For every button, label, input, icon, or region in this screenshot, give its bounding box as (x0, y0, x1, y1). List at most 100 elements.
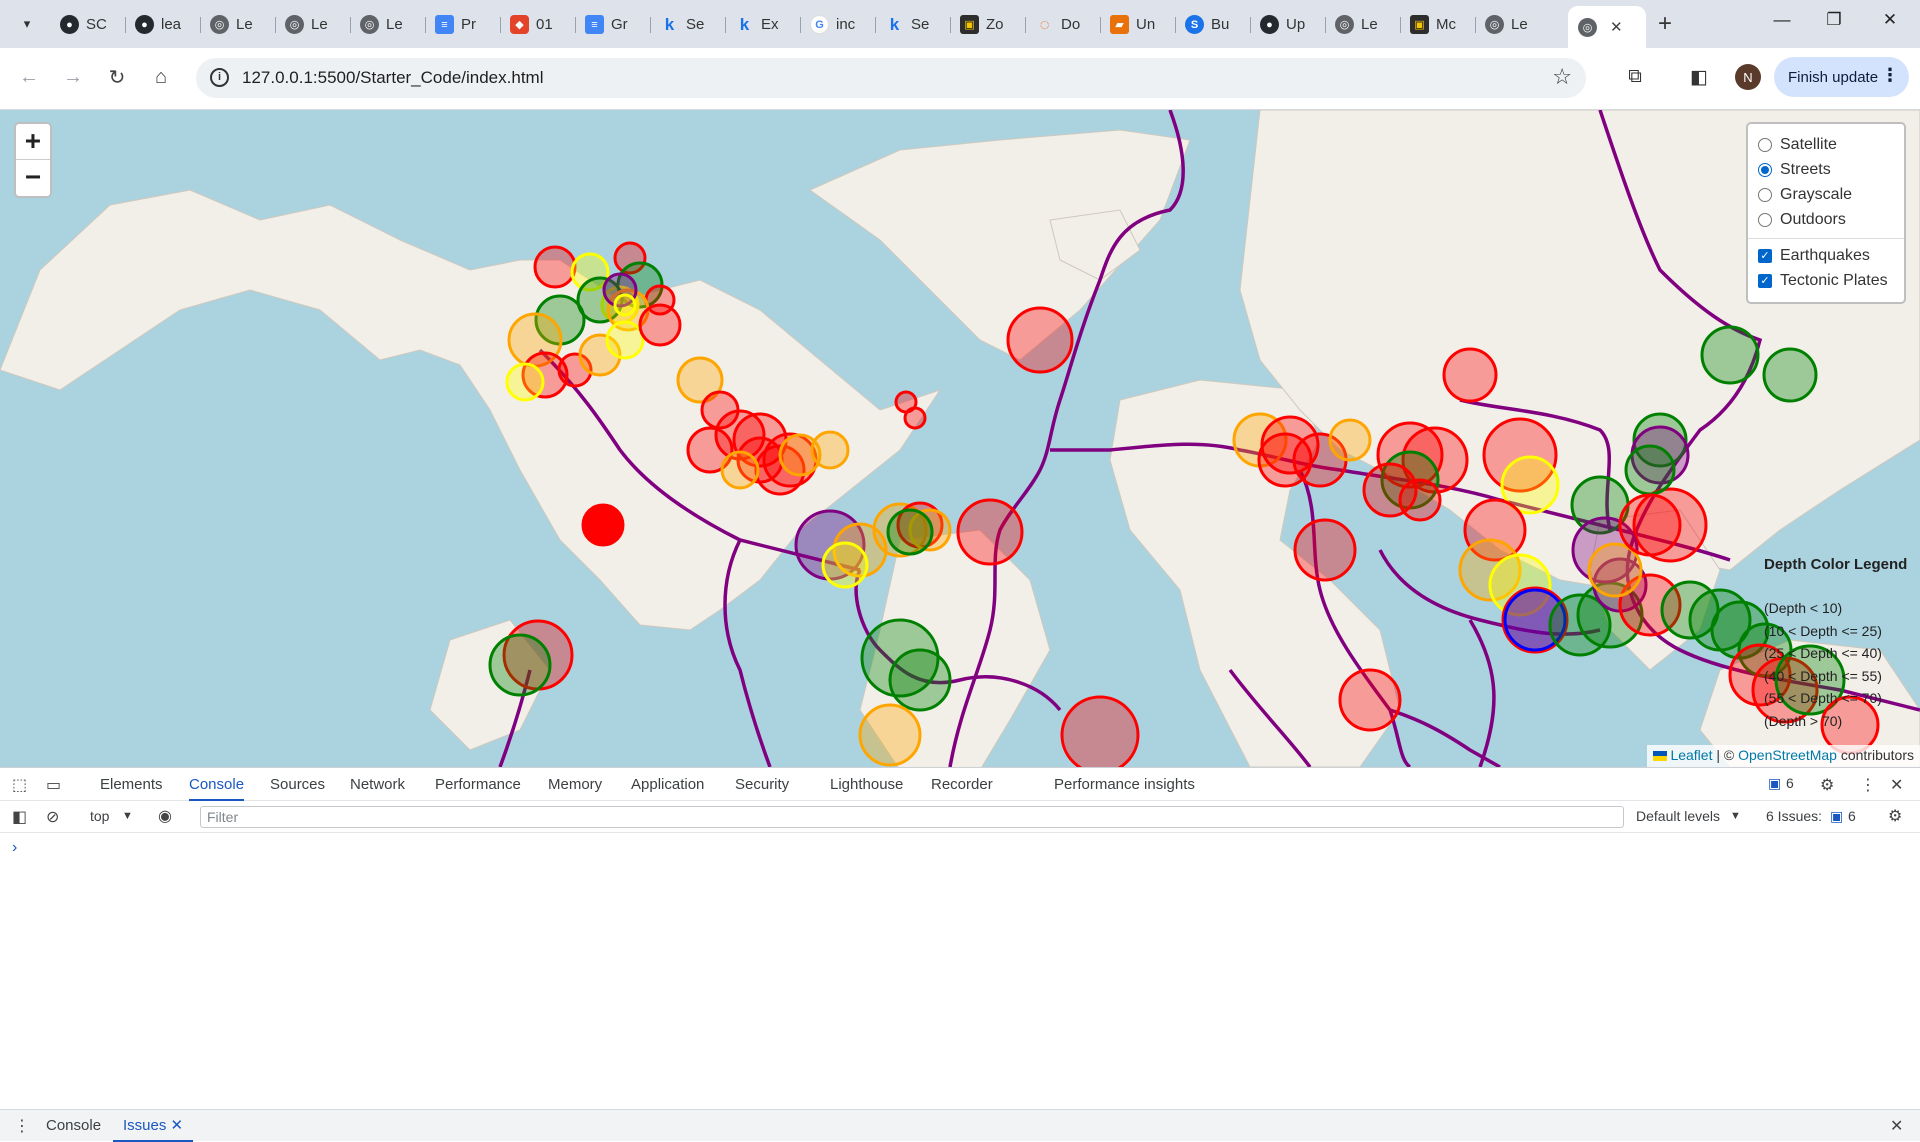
browser-tab[interactable]: ≡ Gr (575, 8, 636, 41)
browser-tab[interactable]: ◌ Do (1025, 8, 1086, 41)
eye-icon[interactable]: ◉ (158, 806, 172, 826)
browser-tab[interactable]: ▣ Zo (950, 8, 1011, 41)
browser-tab[interactable]: ◎ Le (1325, 8, 1386, 41)
inspect-element-icon[interactable]: ⬚ (12, 775, 27, 795)
earthquake-marker[interactable] (886, 508, 934, 556)
browser-tab[interactable]: ◆ 01 (500, 8, 561, 41)
browser-tab[interactable]: ≡ Pr (425, 8, 486, 41)
devtools-tab[interactable]: Application (631, 768, 704, 801)
browser-tab[interactable]: Ginc (800, 8, 861, 41)
browser-tab[interactable]: ▣ Mc (1400, 8, 1461, 41)
earthquake-marker[interactable] (1618, 493, 1682, 557)
earthquake-marker[interactable] (505, 362, 545, 402)
leaflet-map[interactable]: + − Satellite Streets Grayscale Outdoors… (0, 110, 1920, 767)
overlay-option-tectonic-plates[interactable]: ✓ Tectonic Plates (1758, 268, 1894, 293)
browser-tab[interactable]: k Se (875, 8, 936, 41)
earthquake-marker[interactable] (638, 303, 682, 347)
layer-option-grayscale[interactable]: Grayscale (1758, 182, 1894, 207)
context-selector[interactable]: top (90, 808, 109, 824)
device-toolbar-icon[interactable]: ▭ (46, 775, 61, 795)
more-options-icon[interactable]: ⋮ (1860, 775, 1876, 795)
browser-tab[interactable]: ◎ Le (1475, 8, 1536, 41)
reload-icon[interactable]: ↻ (102, 62, 132, 92)
new-tab-button[interactable]: + (1650, 9, 1680, 39)
close-tab-icon[interactable]: ✕ (1610, 18, 1623, 36)
drawer-tab-issues[interactable]: Issues ✕ (113, 1110, 194, 1142)
issues-count[interactable]: 6 (1848, 808, 1856, 824)
close-window-icon[interactable]: ✕ (1870, 10, 1910, 30)
browser-tab[interactable]: ● SC (50, 8, 111, 41)
devtools-tab[interactable]: Performance insights (1054, 768, 1195, 801)
close-drawer-icon[interactable]: ✕ (1890, 1116, 1903, 1136)
earthquake-marker[interactable] (613, 293, 637, 317)
drawer-tab-console[interactable]: Console (46, 1110, 101, 1142)
radio-button[interactable] (1758, 212, 1772, 227)
layer-option-outdoors[interactable]: Outdoors (1758, 207, 1894, 232)
earthquake-marker[interactable] (956, 498, 1024, 566)
browser-tab-active[interactable]: ◎ ✕ (1568, 6, 1646, 48)
earthquake-marker[interactable] (1587, 542, 1643, 598)
earthquake-marker[interactable] (583, 505, 623, 545)
earthquake-marker[interactable] (1398, 478, 1442, 522)
close-drawer-tab-icon[interactable]: ✕ (171, 1117, 184, 1134)
close-devtools-icon[interactable]: ✕ (1890, 775, 1903, 795)
sidebar-toggle-icon[interactable]: ◧ (12, 807, 27, 827)
finish-update-button[interactable]: Finish update ⋮ (1774, 57, 1909, 97)
home-icon[interactable]: ⌂ (146, 62, 176, 92)
browser-tab[interactable]: ◎ Le (200, 8, 261, 41)
bookmark-star-icon[interactable]: ☆ (1552, 64, 1572, 90)
tab-search-button[interactable]: ▾ (12, 9, 42, 39)
drawer-menu-icon[interactable]: ⋮ (14, 1116, 30, 1136)
clear-console-icon[interactable]: ⊘ (46, 807, 59, 827)
settings-gear-icon[interactable]: ⚙ (1820, 775, 1834, 795)
openstreetmap-link[interactable]: OpenStreetMap (1738, 747, 1837, 763)
console-filter-input[interactable]: Filter (200, 806, 1624, 828)
browser-tab[interactable]: ▰ Un (1100, 8, 1161, 41)
devtools-tab[interactable]: Sources (270, 768, 325, 801)
radio-button[interactable] (1758, 187, 1772, 202)
url-text[interactable]: 127.0.0.1:5500/Starter_Code/index.html (242, 68, 543, 88)
earthquake-marker[interactable] (1293, 518, 1357, 582)
issues-label[interactable]: 6 Issues: (1766, 808, 1822, 824)
checkbox-checked[interactable]: ✓ (1758, 248, 1772, 263)
earthquake-marker[interactable] (1700, 325, 1760, 385)
browser-tab[interactable]: ● Up (1250, 8, 1311, 41)
devtools-tab[interactable]: Elements (100, 768, 163, 801)
leaflet-link[interactable]: Leaflet (1670, 747, 1712, 763)
browser-tab[interactable]: ◎ Le (350, 8, 411, 41)
zoom-out-button[interactable]: − (16, 160, 50, 196)
radio-button-selected[interactable] (1758, 162, 1772, 177)
devtools-tab[interactable]: Memory (548, 768, 602, 801)
profile-avatar[interactable]: N (1735, 64, 1761, 90)
earthquake-marker[interactable] (1338, 668, 1402, 732)
back-icon[interactable]: ← (14, 62, 44, 92)
earthquake-marker[interactable] (858, 703, 922, 767)
devtools-tab[interactable]: Recorder (931, 768, 993, 801)
menu-dots-icon[interactable]: ⋮ (1881, 65, 1899, 86)
overlay-option-earthquakes[interactable]: ✓ Earthquakes (1758, 243, 1894, 268)
site-info-icon[interactable]: i (210, 68, 229, 87)
earthquake-marker[interactable] (720, 450, 760, 490)
browser-tab[interactable]: ◎ Le (275, 8, 336, 41)
browser-tab[interactable]: k Se (650, 8, 711, 41)
earthquake-marker[interactable] (605, 320, 645, 360)
earthquake-marker[interactable] (888, 648, 952, 712)
browser-tab[interactable]: k Ex (725, 8, 786, 41)
earthquake-marker[interactable] (1328, 418, 1372, 462)
earthquake-marker[interactable] (1060, 695, 1140, 767)
earthquake-marker[interactable] (533, 245, 577, 289)
zoom-in-button[interactable]: + (16, 124, 50, 160)
earthquake-marker[interactable] (1006, 306, 1074, 374)
extensions-icon[interactable]: ⧉ (1620, 62, 1650, 92)
devtools-tab[interactable]: Network (350, 768, 405, 801)
layer-option-streets[interactable]: Streets (1758, 157, 1894, 182)
restore-icon[interactable]: ❐ (1814, 10, 1854, 30)
log-levels-dropdown[interactable]: Default levels (1636, 808, 1720, 824)
devtools-tab[interactable]: Lighthouse (830, 768, 903, 801)
message-icon[interactable]: ▣ (1768, 775, 1781, 792)
side-panel-icon[interactable]: ◧ (1684, 62, 1714, 92)
earthquake-marker[interactable] (903, 406, 927, 430)
browser-tab[interactable]: ● lea (125, 8, 186, 41)
earthquake-marker[interactable] (1762, 347, 1818, 403)
address-bar[interactable]: i 127.0.0.1:5500/Starter_Code/index.html… (196, 58, 1586, 98)
